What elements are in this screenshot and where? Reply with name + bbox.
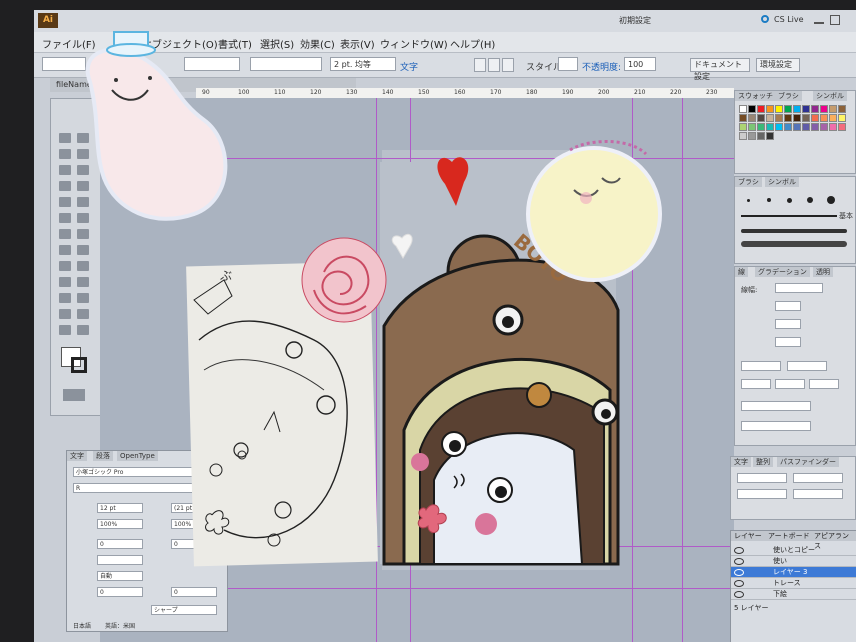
illustrator-window: Ai 初期設定 CS Live ファイル(F) オブジェクト(O) 書式(T) …: [34, 10, 856, 642]
sketch-scribble: ぶ: [220, 269, 232, 283]
monitor-bezel: Ai 初期設定 CS Live ファイル(F) オブジェクト(O) 書式(T) …: [0, 0, 856, 642]
rose-sticker: [301, 237, 387, 323]
artwork-layer[interactable]: ぶ BOTO: [34, 10, 856, 642]
bean-sticker: [85, 31, 228, 221]
